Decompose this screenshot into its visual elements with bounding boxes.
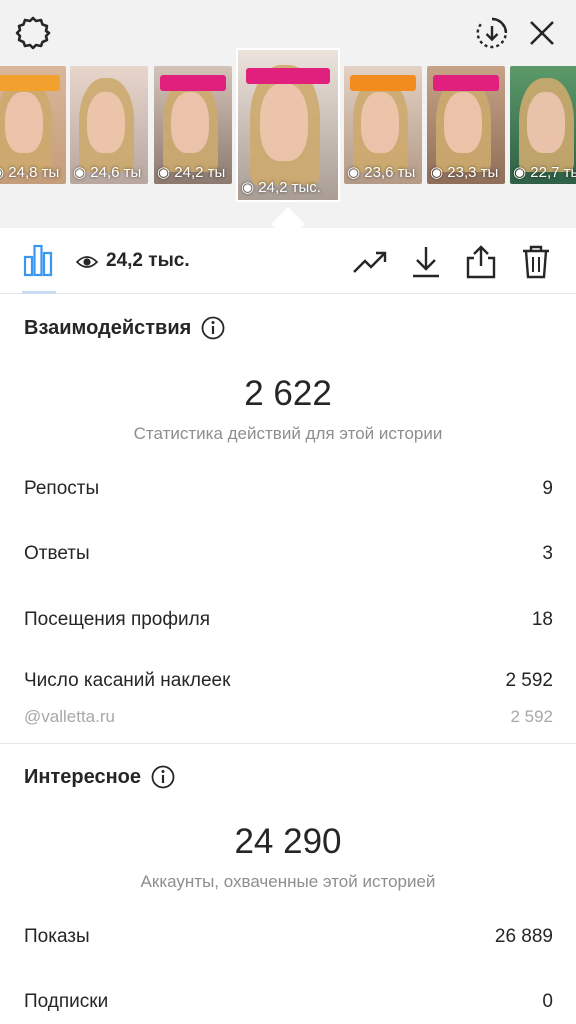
stat-value: 26 889 bbox=[494, 926, 553, 947]
story-thumbnails: ◉ 24,8 ты ◉ 24,6 ты ◉ 24,2 ты ◉ 24,2 тыс. ◉ … bbox=[0, 50, 576, 202]
story-views-count: ◉ 23,6 ты bbox=[347, 164, 416, 181]
story-person-face bbox=[171, 91, 209, 154]
story-thumbnail[interactable]: ◉ 23,3 ты bbox=[427, 66, 505, 184]
stat-label: Показы bbox=[24, 926, 90, 947]
story-text-sticker bbox=[350, 75, 416, 92]
eye-icon bbox=[75, 254, 99, 275]
download-circle-icon[interactable] bbox=[472, 13, 512, 53]
stat-value: 18 bbox=[531, 609, 553, 630]
interactions-title: Взаимодействия bbox=[24, 316, 225, 340]
story-views-count: ◉ 22,7 ты bbox=[513, 164, 576, 181]
story-thumbnail[interactable]: ◉ 24,8 ты bbox=[0, 66, 66, 184]
stat-label: Число касаний наклеек bbox=[24, 670, 231, 691]
trash-icon[interactable] bbox=[516, 242, 556, 282]
story-person-face bbox=[5, 91, 43, 154]
discovery-total: 24 290 bbox=[234, 822, 342, 861]
story-thumbnail[interactable]: ◉ 24,2 ты bbox=[154, 66, 232, 184]
stat-value: 3 bbox=[542, 543, 553, 564]
gear-icon[interactable] bbox=[13, 13, 53, 53]
story-thumbnail[interactable]: ◉ 22,7 ты bbox=[510, 66, 576, 184]
interactions-caption: Статистика действий для этой истории bbox=[133, 424, 443, 443]
stat-label: Посещения профиля bbox=[24, 609, 210, 630]
views-count: 24,2 тыс. bbox=[106, 250, 190, 271]
story-person-face bbox=[87, 91, 125, 154]
story-strip-panel: ◉ 24,8 ты ◉ 24,6 ты ◉ 24,2 ты ◉ 24,2 тыс. ◉ … bbox=[0, 0, 576, 228]
stat-row-profile-visits: Посещения профиля 18 bbox=[24, 609, 553, 631]
story-views-count: ◉ 24,2 тыс. bbox=[241, 179, 321, 196]
story-views-count: ◉ 24,8 ты bbox=[0, 164, 60, 181]
info-icon[interactable] bbox=[201, 316, 225, 340]
story-text-sticker bbox=[246, 68, 330, 84]
stat-row-impressions: Показы 26 889 bbox=[24, 926, 553, 948]
stat-value: 0 bbox=[542, 991, 553, 1012]
story-person-face bbox=[260, 83, 308, 161]
story-person-face bbox=[527, 91, 565, 154]
discovery-caption: Аккаунты, охваченные этой историей bbox=[140, 872, 436, 891]
story-text-sticker bbox=[433, 75, 499, 92]
discovery-title-text: Интересное bbox=[24, 765, 141, 788]
stat-row-sticker-taps: Число касаний наклеек 2 592 bbox=[24, 670, 553, 692]
active-tab-underline bbox=[22, 291, 56, 294]
stat-row-sticker-mention: @valletta.ru 2 592 bbox=[24, 707, 553, 727]
share-icon[interactable] bbox=[461, 242, 501, 282]
interactions-total: 2 622 bbox=[244, 374, 332, 413]
stat-row-follows: Подписки 0 bbox=[24, 991, 553, 1013]
story-thumbnail[interactable]: ◉ 23,6 ты bbox=[344, 66, 422, 184]
story-views-count: ◉ 24,6 ты bbox=[73, 164, 142, 181]
story-person-face bbox=[361, 91, 399, 154]
story-thumbnail[interactable]: ◉ 24,6 ты bbox=[70, 66, 148, 184]
story-views-count: ◉ 24,2 ты bbox=[157, 164, 226, 181]
info-icon[interactable] bbox=[151, 765, 175, 789]
stat-row-replies: Ответы 3 bbox=[24, 543, 553, 565]
discovery-title: Интересное bbox=[24, 765, 175, 789]
story-text-sticker bbox=[160, 75, 226, 92]
story-person-face bbox=[444, 91, 482, 154]
story-text-sticker bbox=[0, 75, 60, 92]
trending-icon[interactable] bbox=[350, 242, 390, 282]
stat-row-reposts: Репосты 9 bbox=[24, 478, 553, 500]
download-icon[interactable] bbox=[406, 242, 446, 282]
story-views-count: ◉ 23,3 ты bbox=[430, 164, 499, 181]
stat-label: Репосты bbox=[24, 478, 100, 499]
story-thumbnail-selected[interactable]: ◉ 24,2 тыс. bbox=[238, 50, 338, 200]
stat-value: 9 bbox=[542, 478, 553, 499]
close-icon[interactable] bbox=[522, 13, 562, 53]
insights-chart-icon[interactable] bbox=[18, 240, 58, 280]
stat-value: 2 592 bbox=[505, 670, 553, 691]
stat-label: Подписки bbox=[24, 991, 109, 1012]
stat-label: Ответы bbox=[24, 543, 90, 564]
interactions-title-text: Взаимодействия bbox=[24, 316, 192, 339]
stat-sub-label: @valletta.ru bbox=[24, 707, 115, 726]
story-toolbar: 24,2 тыс. bbox=[0, 228, 576, 294]
section-divider bbox=[0, 743, 576, 744]
stat-sub-value: 2 592 bbox=[510, 707, 553, 726]
